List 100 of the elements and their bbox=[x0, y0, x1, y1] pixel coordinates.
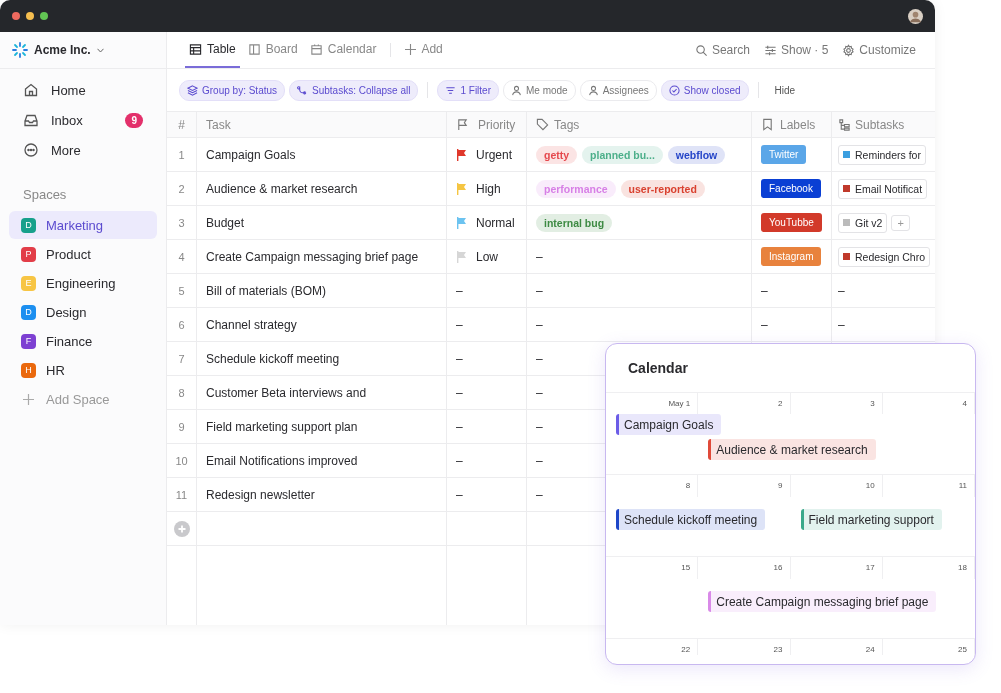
day-number: 25 bbox=[882, 639, 975, 655]
priority-value[interactable]: Low bbox=[476, 249, 498, 264]
flag-icon bbox=[456, 118, 469, 131]
task-name[interactable]: Field marketing support plan bbox=[197, 410, 447, 443]
empty-value: – bbox=[838, 317, 845, 332]
subtask-chip[interactable]: Reminders for bbox=[838, 144, 926, 165]
empty-value: – bbox=[536, 385, 543, 400]
priority-value[interactable]: – bbox=[456, 453, 463, 468]
task-name[interactable]: Budget bbox=[197, 206, 447, 239]
label[interactable]: YouTubbe bbox=[761, 213, 822, 232]
calendar-event[interactable]: Campaign Goals bbox=[616, 414, 722, 435]
row-number: 11 bbox=[167, 478, 197, 511]
task-name[interactable]: Channel strategy bbox=[197, 308, 447, 341]
view-tab[interactable]: Table bbox=[185, 32, 240, 68]
day-number: 23 bbox=[698, 639, 791, 655]
tag[interactable]: internal bug bbox=[536, 213, 613, 232]
day-number: 22 bbox=[606, 639, 699, 655]
workspace-switcher[interactable]: Acme Inc. bbox=[0, 32, 166, 69]
column-header[interactable]: Priority bbox=[447, 112, 527, 137]
avatar-icon[interactable] bbox=[908, 8, 923, 24]
inbox-icon bbox=[23, 112, 39, 128]
column-header[interactable]: Tags bbox=[527, 112, 752, 137]
calendar-event[interactable]: Schedule kickoff meeting bbox=[616, 509, 766, 530]
filter-chip[interactable]: Assignees bbox=[579, 79, 657, 101]
board-icon bbox=[247, 42, 261, 56]
task-name[interactable]: Bill of materials (BOM) bbox=[197, 274, 447, 307]
filter-chip[interactable]: Me mode bbox=[503, 79, 576, 101]
priority-value[interactable]: – bbox=[456, 283, 463, 298]
task-name[interactable]: Customer Beta interviews and bbox=[197, 376, 447, 409]
priority-value[interactable]: – bbox=[456, 385, 463, 400]
row-number: 4 bbox=[167, 240, 197, 273]
home-icon bbox=[23, 82, 39, 98]
toolbar-action[interactable]: Customize bbox=[837, 32, 921, 68]
day-number: 24 bbox=[790, 639, 883, 655]
space-item[interactable]: P Product bbox=[9, 240, 157, 268]
empty-value: – bbox=[536, 487, 543, 502]
minimize-button[interactable] bbox=[26, 12, 34, 20]
space-item[interactable]: F Finance bbox=[9, 327, 157, 355]
subtask-chip[interactable]: Redesign Chro bbox=[838, 246, 931, 267]
day-number: 18 bbox=[882, 557, 975, 579]
space-item[interactable]: D Design bbox=[9, 298, 157, 326]
view-tab[interactable]: Calendar bbox=[305, 32, 381, 68]
nav-item[interactable]: Home bbox=[10, 75, 156, 105]
empty-value: – bbox=[536, 419, 543, 434]
priority-value[interactable]: – bbox=[456, 419, 463, 434]
priority-value[interactable]: – bbox=[456, 317, 463, 332]
column-header[interactable]: Task bbox=[197, 112, 447, 137]
hide-button[interactable]: Hide bbox=[767, 80, 803, 100]
tag[interactable]: user-reported bbox=[620, 179, 705, 198]
priority-value[interactable]: High bbox=[476, 181, 501, 196]
filter-chip[interactable]: Subtasks: Collapse all bbox=[289, 79, 419, 101]
toolbar-action[interactable]: Search bbox=[689, 32, 755, 68]
check-circle-icon bbox=[668, 84, 680, 96]
calendar-title: Calendar bbox=[606, 344, 975, 393]
column-header[interactable]: # bbox=[167, 112, 197, 137]
more-icon bbox=[23, 142, 39, 158]
calendar-event[interactable]: Field marketing support bbox=[800, 509, 942, 530]
toolbar-action[interactable]: Show · 5 bbox=[758, 32, 834, 68]
task-name[interactable]: Schedule kickoff meeting bbox=[197, 342, 447, 375]
tag[interactable]: webflow bbox=[667, 145, 726, 164]
priority-value[interactable]: Urgent bbox=[476, 147, 513, 162]
space-item[interactable]: H HR bbox=[9, 356, 157, 384]
maximize-button[interactable] bbox=[40, 12, 48, 20]
column-header[interactable]: Labels bbox=[752, 112, 832, 137]
calendar-event[interactable]: Create Campaign messaging brief page bbox=[708, 591, 937, 612]
filter-chip[interactable]: Show closed bbox=[660, 79, 749, 101]
priority-value[interactable]: – bbox=[456, 487, 463, 502]
task-name[interactable]: Email Notifications improved bbox=[197, 444, 447, 477]
task-name[interactable]: Campaign Goals bbox=[197, 138, 447, 171]
space-item[interactable]: E Engineering bbox=[9, 269, 157, 297]
view-tab[interactable]: Board bbox=[243, 32, 302, 68]
row-number: 8 bbox=[167, 376, 197, 409]
filter-chip[interactable]: Group by: Status bbox=[179, 79, 286, 101]
row-number: 9 bbox=[167, 410, 197, 443]
row-number: 5 bbox=[167, 274, 197, 307]
close-button[interactable] bbox=[12, 12, 20, 20]
priority-value[interactable]: – bbox=[456, 351, 463, 366]
task-name[interactable]: Redesign newsletter bbox=[197, 478, 447, 511]
column-header[interactable]: Subtasks bbox=[832, 112, 935, 137]
nav-item[interactable]: Inbox 9 bbox=[10, 105, 156, 135]
day-number: 2 bbox=[698, 393, 791, 414]
plus-icon bbox=[21, 393, 36, 405]
day-number: 15 bbox=[606, 557, 699, 579]
label[interactable]: Facebook bbox=[761, 179, 821, 198]
subtask-chip[interactable]: Git v2 bbox=[838, 212, 888, 233]
filter-chip[interactable]: 1 Filter bbox=[437, 79, 499, 101]
day-number: 4 bbox=[882, 393, 975, 414]
day-number: 10 bbox=[790, 475, 883, 497]
empty-value: – bbox=[761, 317, 768, 332]
task-name[interactable]: Audience & market research bbox=[197, 172, 447, 205]
add-view-button[interactable]: Add bbox=[401, 32, 447, 68]
row-number: 10 bbox=[167, 444, 197, 477]
calendar-event[interactable]: Audience & market research bbox=[708, 439, 876, 460]
subtask-chip[interactable]: Email Notificat bbox=[838, 178, 928, 199]
task-name[interactable]: Create Campaign messaging brief page bbox=[197, 240, 447, 273]
priority-value[interactable]: Normal bbox=[476, 215, 515, 230]
filter-icon bbox=[445, 84, 457, 96]
space-item[interactable]: D Marketing bbox=[9, 211, 157, 239]
nav-item[interactable]: More bbox=[10, 135, 156, 165]
row-number: 7 bbox=[167, 342, 197, 375]
